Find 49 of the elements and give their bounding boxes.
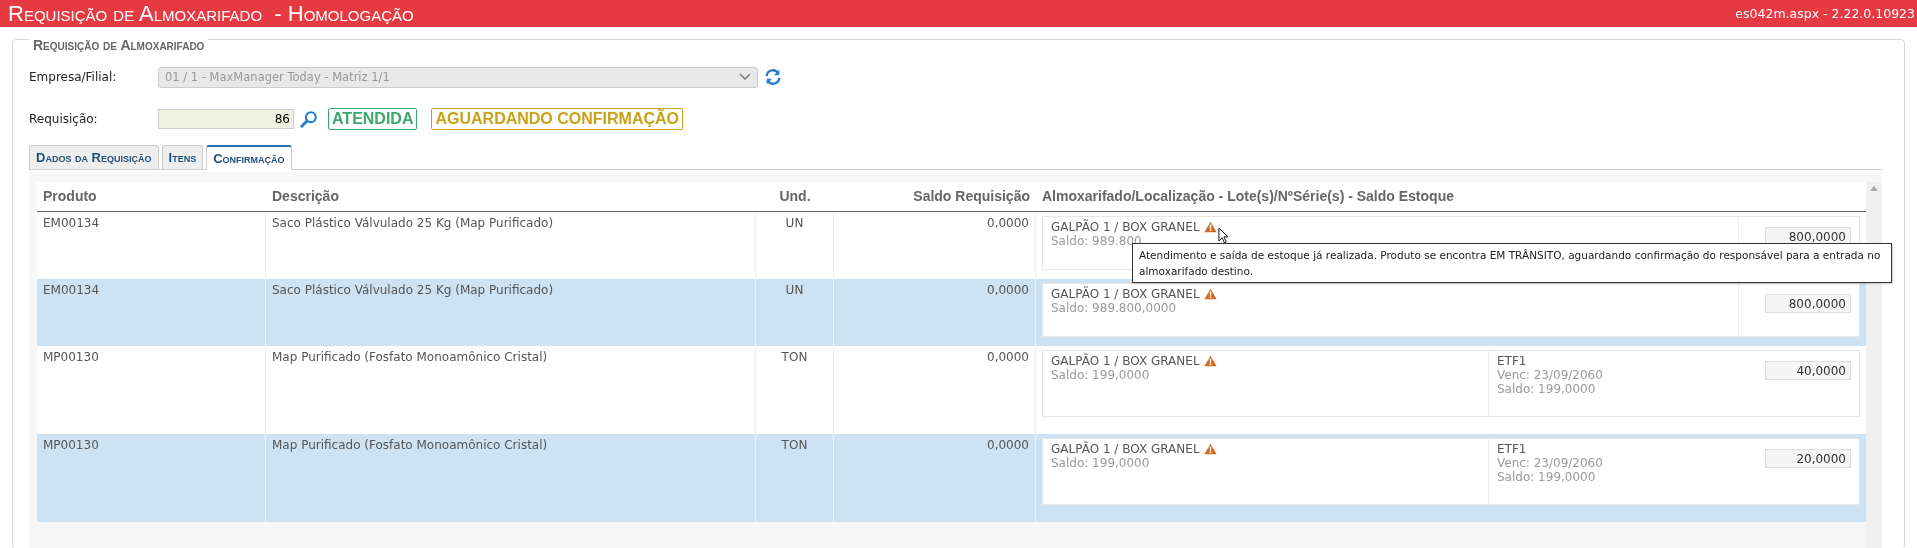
field-label: Empresa/Filial:	[29, 70, 118, 84]
requisition-field[interactable]: 86	[158, 109, 294, 129]
page-title: Requisição de Almoxarifado - Homologação	[8, 0, 414, 27]
warning-icon	[1203, 288, 1217, 300]
column-header: Almoxarifado/Localização - Lote(s)/NºSérie(s) - Saldo Estoque	[1041, 187, 1455, 206]
lot-expiry: Venc: 23/09/2060	[1497, 368, 1604, 382]
location-name: GALPÃO 1 / BOX GRANEL	[1051, 220, 1200, 234]
column-header: Produto	[42, 187, 98, 206]
table-cell: MP00130	[37, 434, 266, 522]
table-cell: 0,0000	[834, 434, 1036, 522]
lot-code: ETF1	[1497, 354, 1528, 368]
search-icon[interactable]	[300, 110, 318, 128]
column-header: Descrição	[271, 187, 340, 206]
warning-icon	[1203, 355, 1217, 367]
version-label: es042m.aspx - 2.22.0.10923	[1735, 6, 1916, 21]
status-label: ATENDIDA	[328, 108, 418, 130]
caret-icon	[739, 73, 751, 81]
lot-code: ETF1	[1497, 442, 1528, 456]
column-header: Saldo Requisição	[912, 187, 1031, 206]
tab[interactable]: Itens	[161, 145, 204, 169]
tab[interactable]: Confirmação	[206, 145, 292, 170]
panel-legend: Requisição de Almoxarifado	[29, 37, 209, 53]
warning-icon	[1203, 443, 1217, 455]
stock-balance: Saldo: 199,0000	[1051, 368, 1150, 382]
tooltip: Atendimento e saída de estoque já realizada. Produto se encontra EM TRÂNSITO, aguardando confirmação do responsável para a entrada no almoxarifado destino.	[1132, 243, 1892, 283]
tab[interactable]: Dados da Requisição	[29, 145, 159, 169]
status-label: AGUARDANDO CONFIRMAÇÃO	[431, 108, 684, 130]
table-row[interactable]: MP00130 Map Purificado (Fosfato Monoamônico Cristal) TON 0,0000 GALPÃO 1 / BOX GRANEL Saldo: 199,0000 ETF1 Venc: 23/09/2060 Saldo: 199,0000 40,0000	[37, 346, 1866, 434]
location-name: GALPÃO 1 / BOX GRANEL	[1051, 287, 1200, 301]
table-cell: TON	[756, 434, 834, 522]
quantity-field[interactable]: 40,0000	[1765, 361, 1851, 380]
refresh-icon[interactable]	[764, 68, 782, 86]
lot-expiry: Venc: 23/09/2060	[1497, 456, 1604, 470]
stock-balance: Saldo: 989.800,0000	[1051, 301, 1177, 315]
quantity-field[interactable]: 20,0000	[1765, 449, 1851, 468]
mouse-pointer-icon	[1217, 227, 1229, 244]
scrollbar[interactable]	[1866, 182, 1882, 548]
lot-balance: Saldo: 199,0000	[1497, 382, 1597, 396]
stock-balance: Saldo: 199,0000	[1051, 456, 1150, 470]
field-label: Requisição:	[29, 112, 99, 126]
table-row[interactable]: MP00130 Map Purificado (Fosfato Monoamônico Cristal) TON 0,0000 GALPÃO 1 / BOX GRANEL Saldo: 199,0000 ETF1 Venc: 23/09/2060 Saldo: 199,0000 20,0000	[37, 434, 1866, 522]
quantity-field[interactable]: 800,0000	[1765, 294, 1851, 313]
lot-balance: Saldo: 199,0000	[1497, 470, 1597, 484]
location-name: GALPÃO 1 / BOX GRANEL	[1051, 354, 1200, 368]
table-row[interactable]: EM00134 Saco Plástico Válvulado 25 Kg (Map Purificado) UN 0,0000 GALPÃO 1 / BOX GRANEL Saldo: 989.800,0000 800,0000	[37, 279, 1866, 346]
table-cell: Map Purificado (Fosfato Monoamônico Cristal)	[266, 434, 756, 522]
column-header: Und.	[778, 187, 812, 206]
warning-icon	[1203, 221, 1217, 233]
location-name: GALPÃO 1 / BOX GRANEL	[1051, 442, 1200, 456]
